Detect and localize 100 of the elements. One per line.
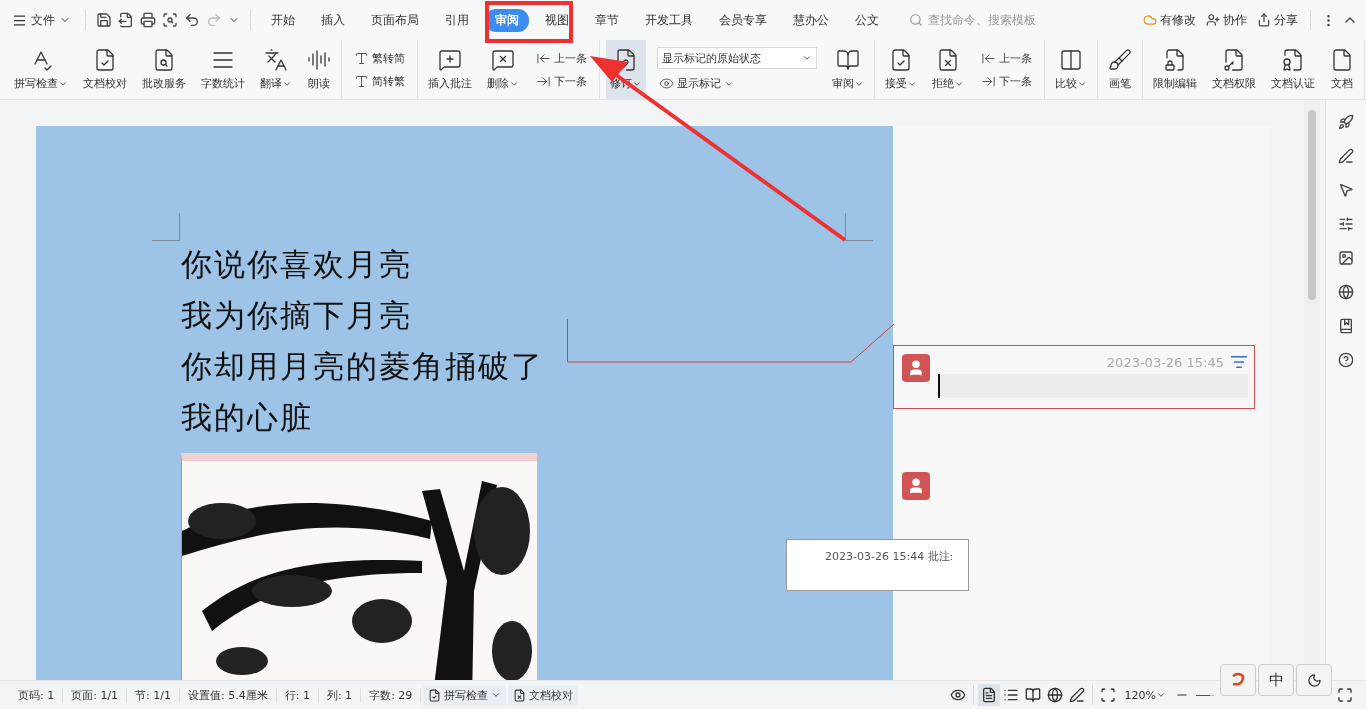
preview-icon[interactable] bbox=[162, 12, 178, 28]
ribbon-button[interactable]: 审阅 bbox=[828, 40, 868, 99]
pen-icon[interactable] bbox=[1338, 148, 1354, 164]
file-menu[interactable]: 文件 bbox=[8, 9, 75, 31]
ribbon-button[interactable]: 文档认证 bbox=[1267, 40, 1319, 99]
zoom-dropdown[interactable]: 120% bbox=[1118, 687, 1172, 703]
ribbon-button[interactable]: 字数统计 bbox=[197, 40, 249, 99]
status-text: 列: 1 bbox=[318, 687, 362, 703]
ribbon-button[interactable]: 拒绝 bbox=[928, 40, 968, 99]
ribbon-button[interactable]: 上一条 bbox=[534, 49, 589, 67]
status-button[interactable]: 拼写检查 bbox=[423, 684, 507, 706]
ribbon-button[interactable]: 比较 bbox=[1051, 40, 1091, 99]
status-text: 页码: 1 bbox=[10, 687, 64, 703]
ribbon-button[interactable]: 显示标记 bbox=[657, 75, 817, 92]
ime-logo-icon[interactable] bbox=[1220, 664, 1256, 696]
poem-line: 你却用月亮的菱角捅破了 bbox=[181, 347, 544, 386]
text-icon bbox=[354, 50, 369, 66]
ribbon-tab[interactable]: 开发工具 bbox=[635, 8, 703, 32]
rocket-icon[interactable] bbox=[1338, 114, 1354, 130]
ribbon-tab[interactable]: 页面布局 bbox=[361, 8, 429, 32]
ribbon-button[interactable]: 文档权限 bbox=[1208, 40, 1260, 99]
ribbon-tab[interactable]: 慧办公 bbox=[783, 8, 839, 32]
document-icon bbox=[1330, 48, 1354, 72]
poem-line: 我为你摘下月亮 bbox=[181, 296, 412, 335]
document-check-icon bbox=[889, 48, 913, 72]
comment-tooltip: 2023-03-26 15:44 批注: bbox=[786, 539, 969, 591]
document-x-icon bbox=[936, 48, 960, 72]
document-key-icon bbox=[1222, 48, 1246, 72]
ribbon-tab[interactable]: 视图 bbox=[535, 8, 579, 32]
status-button[interactable]: 文档校对 bbox=[508, 684, 579, 706]
avatar-icon bbox=[902, 354, 930, 382]
toolbar-action[interactable]: 分享 bbox=[1255, 9, 1300, 31]
translate-icon bbox=[264, 48, 288, 72]
ribbon-tab[interactable]: 会员专享 bbox=[709, 8, 777, 32]
status-text: 设置值: 5.4厘米 bbox=[180, 687, 277, 703]
ribbon-tab[interactable]: 章节 bbox=[585, 8, 629, 32]
cloud-icon bbox=[1143, 13, 1157, 27]
undo-icon[interactable] bbox=[184, 12, 200, 28]
document-search-icon bbox=[152, 48, 176, 72]
caret-icon bbox=[1156, 690, 1166, 700]
image-icon[interactable] bbox=[1338, 250, 1354, 266]
export-icon[interactable] bbox=[118, 12, 134, 28]
ribbon-button[interactable]: 限制编辑 bbox=[1149, 40, 1201, 99]
sound-icon bbox=[307, 48, 331, 72]
document-edit-icon bbox=[614, 48, 638, 72]
comment-input[interactable] bbox=[938, 374, 1248, 398]
search-field[interactable]: 查找命令、搜索模板 bbox=[926, 12, 1052, 28]
crop-mark bbox=[845, 213, 873, 241]
poem-line: 我的心脏 bbox=[181, 398, 313, 437]
menu-icon bbox=[12, 12, 27, 28]
pointer-icon[interactable] bbox=[1338, 182, 1354, 198]
toolbar-action[interactable]: 有修改 bbox=[1141, 9, 1198, 31]
ime-mode-button[interactable]: 中 bbox=[1258, 664, 1294, 696]
sliders-icon[interactable] bbox=[1338, 216, 1354, 232]
ribbon-button[interactable]: 文档校对 bbox=[79, 40, 131, 99]
status-text: 节: 1/1 bbox=[127, 687, 180, 703]
eye-icon bbox=[659, 76, 674, 91]
help-icon[interactable] bbox=[1338, 352, 1354, 368]
crop-mark bbox=[152, 213, 180, 241]
ribbon-button[interactable]: 文档 bbox=[1326, 40, 1358, 99]
globe-icon[interactable] bbox=[1338, 284, 1354, 300]
comment-add-icon bbox=[438, 48, 462, 72]
ribbon-button[interactable]: 上一条 bbox=[979, 49, 1034, 67]
ribbon-button[interactable]: 下一条 bbox=[979, 72, 1034, 90]
ribbon-tab[interactable]: 开始 bbox=[261, 8, 305, 32]
moon-icon[interactable] bbox=[1296, 664, 1332, 696]
ribbon-button[interactable]: 插入批注 bbox=[424, 40, 476, 99]
compare-icon bbox=[1059, 48, 1083, 72]
book-icon bbox=[836, 48, 860, 72]
ribbon-button[interactable]: 简转繁 bbox=[352, 72, 407, 90]
x-document-icon bbox=[513, 688, 527, 702]
book-icon[interactable] bbox=[1338, 318, 1354, 334]
status-text: 字数: 29 bbox=[361, 687, 422, 703]
ribbon-tab[interactable]: 引用 bbox=[435, 8, 479, 32]
ribbon-button[interactable]: 画笔 bbox=[1104, 40, 1136, 99]
ribbon-button[interactable]: 拼写检查 bbox=[10, 40, 72, 99]
ribbon-tab[interactable]: 插入 bbox=[311, 8, 355, 32]
list-menu-icon[interactable] bbox=[1230, 353, 1248, 371]
ribbon-button[interactable]: 翻译 bbox=[256, 40, 296, 99]
markup-dropdown[interactable]: 显示标记的原始状态 bbox=[657, 47, 817, 69]
ribbon-button[interactable]: 下一条 bbox=[534, 72, 589, 90]
save-icon[interactable] bbox=[96, 12, 112, 28]
ribbon-button[interactable]: 繁转简 bbox=[352, 49, 407, 67]
print-icon[interactable] bbox=[140, 12, 156, 28]
document-lock-icon bbox=[1163, 48, 1187, 72]
ribbon-tab[interactable]: 公文 bbox=[845, 8, 889, 32]
status-text: 行: 1 bbox=[276, 687, 319, 703]
check-icon bbox=[428, 688, 442, 702]
search-icon bbox=[909, 13, 923, 27]
status-text: 页面: 1/1 bbox=[63, 687, 128, 703]
comment-time: 2023-03-26 15:45 bbox=[1106, 354, 1224, 370]
scrollbar-thumb[interactable] bbox=[1308, 110, 1316, 300]
page-view-icon[interactable] bbox=[977, 684, 1000, 706]
ribbon-button[interactable]: 接受 bbox=[881, 40, 921, 99]
ribbon-button[interactable]: 批改服务 bbox=[138, 40, 190, 99]
document-badge-icon bbox=[1281, 48, 1305, 72]
ribbon-button[interactable]: 删除 bbox=[483, 40, 523, 99]
ribbon-button[interactable]: 朗读 bbox=[303, 40, 335, 99]
toolbar-action[interactable]: 协作 bbox=[1204, 9, 1249, 31]
comment-delete-icon bbox=[491, 48, 515, 72]
